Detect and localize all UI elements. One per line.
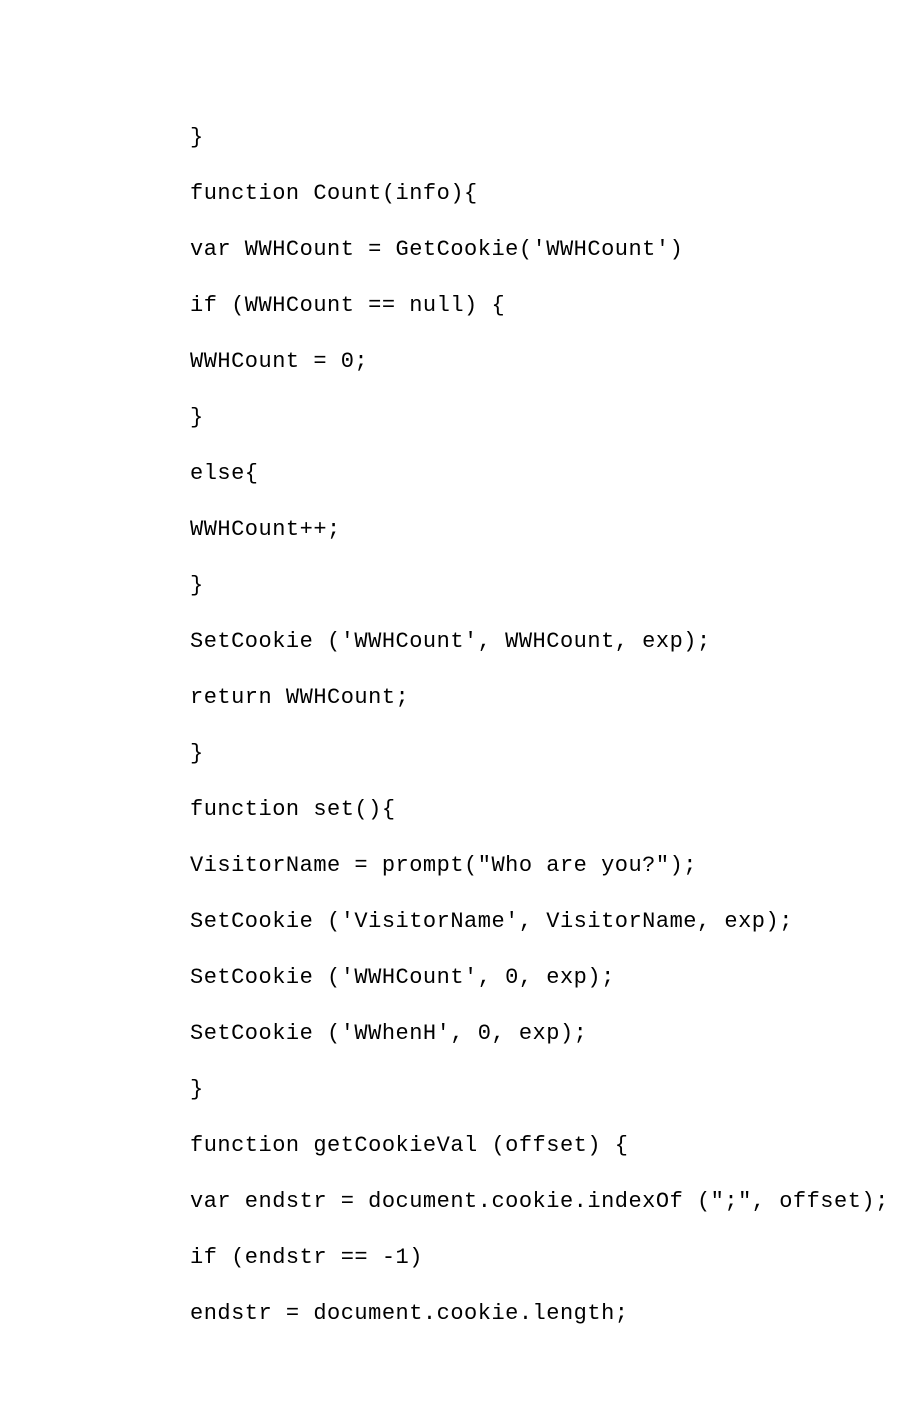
code-line: } [190,1062,820,1118]
code-document: } function Count(info){ var WWHCount = G… [0,0,920,1422]
code-line: function Count(info){ [190,166,820,222]
code-line: if (WWHCount == null) { [190,278,820,334]
code-line: function set(){ [190,782,820,838]
code-line: endstr = document.cookie.length; [190,1286,820,1342]
code-line: SetCookie ('VisitorName', VisitorName, e… [190,894,820,950]
code-line: } [190,390,820,446]
code-line: else{ [190,446,820,502]
code-line: WWHCount = 0; [190,334,820,390]
code-line: } [190,558,820,614]
code-line: var endstr = document.cookie.indexOf (";… [190,1174,820,1230]
code-line: WWHCount++; [190,502,820,558]
code-line: } [190,110,820,166]
code-line: SetCookie ('WWHCount', 0, exp); [190,950,820,1006]
code-line: SetCookie ('WWHCount', WWHCount, exp); [190,614,820,670]
code-line: var WWHCount = GetCookie('WWHCount') [190,222,820,278]
code-line: SetCookie ('WWhenH', 0, exp); [190,1006,820,1062]
code-line: VisitorName = prompt("Who are you?"); [190,838,820,894]
code-line: } [190,726,820,782]
code-line: if (endstr == -1) [190,1230,820,1286]
code-line: function getCookieVal (offset) { [190,1118,820,1174]
code-line: return WWHCount; [190,670,820,726]
